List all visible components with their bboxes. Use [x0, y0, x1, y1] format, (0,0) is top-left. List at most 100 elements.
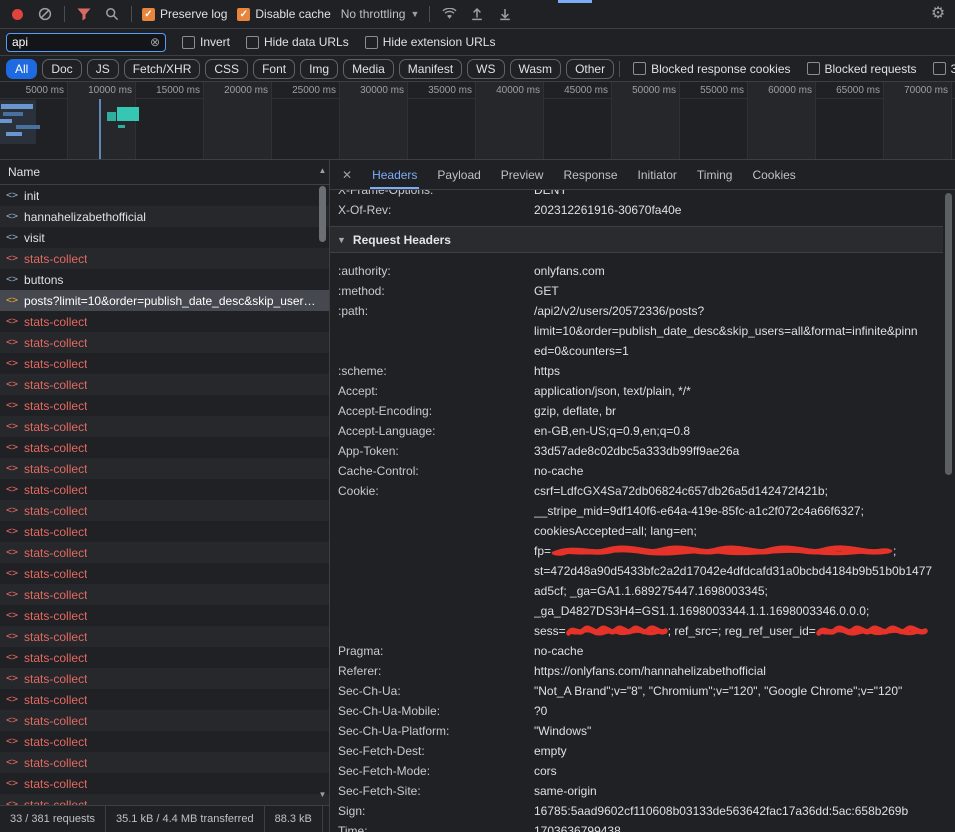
filter-input-wrap[interactable]: ⊗ [6, 33, 166, 52]
request-row[interactable]: <>posts?limit=10&order=publish_date_desc… [0, 290, 329, 311]
type-filter-doc[interactable]: Doc [42, 59, 81, 79]
request-row[interactable]: <>stats-collect [0, 479, 329, 500]
details-scrollbar[interactable] [943, 191, 954, 832]
tab-initiator[interactable]: Initiator [628, 160, 687, 189]
checkbox-icon[interactable] [182, 36, 195, 49]
blocked-requests-label: Blocked requests [825, 62, 917, 76]
request-row[interactable]: <>stats-collect [0, 332, 329, 353]
record-button[interactable] [8, 5, 26, 23]
checkbox-icon[interactable] [365, 36, 378, 49]
tab-headers[interactable]: Headers [362, 160, 427, 189]
request-list-scrollbar[interactable]: ▲ ▼ [317, 160, 328, 805]
blocked-response-cookies-checkbox[interactable]: Blocked response cookies [633, 62, 790, 76]
type-filter-img[interactable]: Img [300, 59, 338, 79]
export-har-button[interactable] [496, 5, 514, 23]
request-row[interactable]: <>stats-collect [0, 416, 329, 437]
scrollbar-thumb[interactable] [945, 193, 952, 475]
type-filter-css[interactable]: CSS [205, 59, 248, 79]
request-row[interactable]: <>stats-collect [0, 563, 329, 584]
settings-button[interactable]: ⚙ [929, 5, 947, 23]
scroll-down-arrow[interactable]: ▼ [317, 790, 328, 799]
checkbox-checked-icon[interactable] [237, 8, 250, 21]
request-name: stats-collect [24, 483, 87, 497]
tab-timing[interactable]: Timing [687, 160, 743, 189]
type-filter-manifest[interactable]: Manifest [399, 59, 462, 79]
preserve-log-checkbox[interactable]: Preserve log [142, 7, 227, 21]
request-row[interactable]: <>stats-collect [0, 773, 329, 794]
tab-response[interactable]: Response [553, 160, 627, 189]
checkbox-icon[interactable] [633, 62, 646, 75]
request-row[interactable]: <>stats-collect [0, 668, 329, 689]
checkbox-icon[interactable] [246, 36, 259, 49]
type-filter-all[interactable]: All [6, 59, 37, 79]
request-row[interactable]: <>stats-collect [0, 542, 329, 563]
checkbox-checked-icon[interactable] [142, 8, 155, 21]
request-row[interactable]: <>stats-collect [0, 626, 329, 647]
clear-icon [38, 7, 52, 21]
name-column-header[interactable]: Name [0, 160, 329, 185]
filter-button[interactable] [75, 5, 93, 23]
header-value-line: ed=0&counters=1 [534, 341, 943, 361]
request-row[interactable]: <>stats-collect [0, 752, 329, 773]
hide-data-urls-checkbox[interactable]: Hide data URLs [246, 35, 349, 49]
3rd-party-requests-checkbox[interactable]: 3rd-party requests [933, 62, 955, 76]
throttling-select[interactable]: No throttling ▼ [341, 7, 420, 21]
type-filter-js[interactable]: JS [87, 59, 119, 79]
checkbox-icon[interactable] [807, 62, 820, 75]
request-row[interactable]: <>stats-collect [0, 605, 329, 626]
clear-filter-icon[interactable]: ⊗ [150, 35, 160, 49]
scrollbar-thumb[interactable] [319, 186, 326, 242]
request-row[interactable]: <>stats-collect [0, 731, 329, 752]
type-filter-ws[interactable]: WS [467, 59, 504, 79]
tab-payload[interactable]: Payload [427, 160, 490, 189]
request-row[interactable]: <>stats-collect [0, 458, 329, 479]
request-row[interactable]: <>stats-collect [0, 710, 329, 731]
header-value-line: sess=; ref_src=; reg_ref_user_id= [534, 621, 943, 641]
request-row[interactable]: <>stats-collect [0, 521, 329, 542]
type-filter-fetch-xhr[interactable]: Fetch/XHR [124, 59, 201, 79]
request-row[interactable]: <>init [0, 185, 329, 206]
import-har-button[interactable] [468, 5, 486, 23]
disable-cache-checkbox[interactable]: Disable cache [237, 7, 330, 21]
header-value: empty [534, 741, 943, 761]
request-row[interactable]: <>stats-collect [0, 689, 329, 710]
request-row[interactable]: <>stats-collect [0, 374, 329, 395]
type-filter-media[interactable]: Media [343, 59, 394, 79]
network-overview[interactable]: 5000 ms10000 ms15000 ms20000 ms25000 ms3… [0, 82, 955, 160]
request-row[interactable]: <>stats-collect [0, 353, 329, 374]
type-filter-font[interactable]: Font [253, 59, 295, 79]
network-conditions-button[interactable] [440, 5, 458, 23]
close-details-button[interactable]: ✕ [332, 168, 362, 182]
type-filter-other[interactable]: Other [566, 59, 614, 79]
tab-cookies[interactable]: Cookies [742, 160, 805, 189]
header-name: Pragma: [338, 641, 534, 661]
type-filter-wasm[interactable]: Wasm [510, 59, 562, 79]
redaction-scribble [551, 544, 893, 558]
header-name: Accept: [338, 381, 534, 401]
invert-checkbox[interactable]: Invert [182, 35, 230, 49]
search-button[interactable] [103, 5, 121, 23]
disable-cache-label: Disable cache [255, 7, 330, 21]
request-row[interactable]: <>stats-collect [0, 584, 329, 605]
request-row[interactable]: <>stats-collect [0, 311, 329, 332]
scroll-up-arrow[interactable]: ▲ [317, 166, 328, 175]
request-row[interactable]: <>buttons [0, 269, 329, 290]
blocked-requests-checkbox[interactable]: Blocked requests [807, 62, 917, 76]
clear-button[interactable] [36, 5, 54, 23]
request-row[interactable]: <>hannahelizabethofficial [0, 206, 329, 227]
request-row[interactable]: <>stats-collect [0, 794, 329, 805]
request-headers-section[interactable]: ▼ Request Headers [330, 226, 943, 253]
request-row[interactable]: <>stats-collect [0, 395, 329, 416]
filter-input[interactable] [12, 35, 146, 49]
request-row[interactable]: <>stats-collect [0, 248, 329, 269]
request-row[interactable]: <>stats-collect [0, 647, 329, 668]
hide-extension-urls-checkbox[interactable]: Hide extension URLs [365, 35, 496, 49]
request-row[interactable]: <>visit [0, 227, 329, 248]
checkbox-icon[interactable] [933, 62, 946, 75]
request-name: posts?limit=10&order=publish_date_desc&s… [24, 294, 315, 308]
tab-preview[interactable]: Preview [491, 160, 554, 189]
3rd-party-requests-label: 3rd-party requests [951, 62, 955, 76]
script-icon: <> [6, 505, 18, 516]
request-row[interactable]: <>stats-collect [0, 500, 329, 521]
request-row[interactable]: <>stats-collect [0, 437, 329, 458]
